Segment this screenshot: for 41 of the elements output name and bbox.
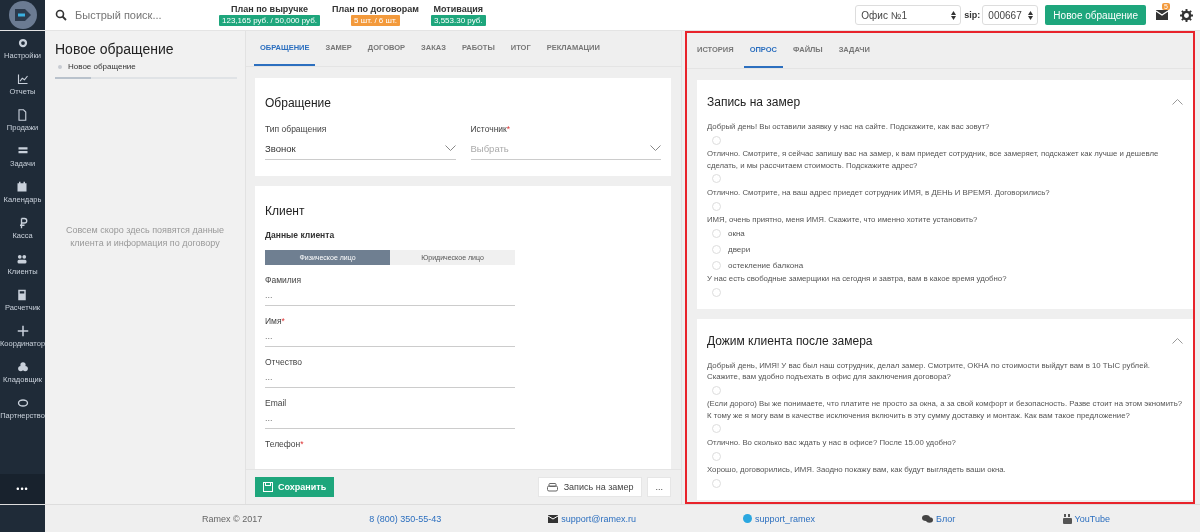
sip-label: sip: xyxy=(964,10,981,20)
metric-badge: 3,553.30 руб. xyxy=(431,15,486,26)
breadcrumb: Новое обращение xyxy=(68,62,136,71)
copyright: Ramex © 2017 xyxy=(202,513,263,524)
field-label: Фамилия xyxy=(265,275,303,285)
metric-label: Мотивация xyxy=(433,4,484,14)
new-request-button[interactable]: Новое обращение xyxy=(1045,5,1146,25)
footer-link[interactable]: Блог xyxy=(922,513,956,524)
metric-label: План по договорам xyxy=(332,4,419,14)
metric-badge: 5 шт. / 6 шт. xyxy=(351,15,400,26)
card-title: Клиент xyxy=(265,204,306,218)
option-label: окна xyxy=(728,229,745,238)
field-label: Источник* xyxy=(470,124,512,134)
field-label: Имя* xyxy=(265,316,286,326)
field-label: Тип обращения xyxy=(265,124,328,134)
dropdown-field[interactable]: Выбрать xyxy=(470,137,661,160)
card-title: Обращение xyxy=(265,96,332,110)
field-label: Телефон* xyxy=(265,439,305,449)
sip-select[interactable]: 000667 xyxy=(982,5,1039,25)
footer-link[interactable]: support@ramex.ru xyxy=(548,513,636,524)
more-actions-button[interactable]: ... xyxy=(647,477,671,497)
field-label: Email xyxy=(265,398,288,408)
measure-button[interactable]: Запись на замер xyxy=(537,477,643,497)
section-subtitle: Данные клиента xyxy=(265,230,336,240)
search-field[interactable]: Быстрый поиск... xyxy=(73,8,197,22)
save-button[interactable]: Сохранить xyxy=(255,477,335,497)
card-title: Запись на замер xyxy=(707,95,801,109)
metric-label: План по выручке xyxy=(231,4,308,14)
dropdown-field[interactable]: Звонок xyxy=(265,137,456,160)
metric-badge: 123,165 руб. / 50,000 руб. xyxy=(219,15,320,26)
page-title: Новое обращение xyxy=(55,41,175,57)
empty-message: Совсем скоро здесь появятся данные клиента и информация по договору xyxy=(64,224,226,251)
footer-link[interactable]: 8 (800) 350-55-43 xyxy=(369,513,442,524)
footer-link[interactable]: support_ramex xyxy=(743,513,816,524)
option-label: остекление балкона xyxy=(728,261,804,270)
office-select[interactable]: Офис №1 xyxy=(855,5,962,25)
more-button[interactable]: ••• xyxy=(0,474,45,504)
option-label: двери xyxy=(728,245,751,254)
field-label: Отчество xyxy=(265,357,303,367)
card-title: Дожим клиента после замера xyxy=(707,333,873,348)
footer-link[interactable]: YouTube xyxy=(1062,513,1110,524)
